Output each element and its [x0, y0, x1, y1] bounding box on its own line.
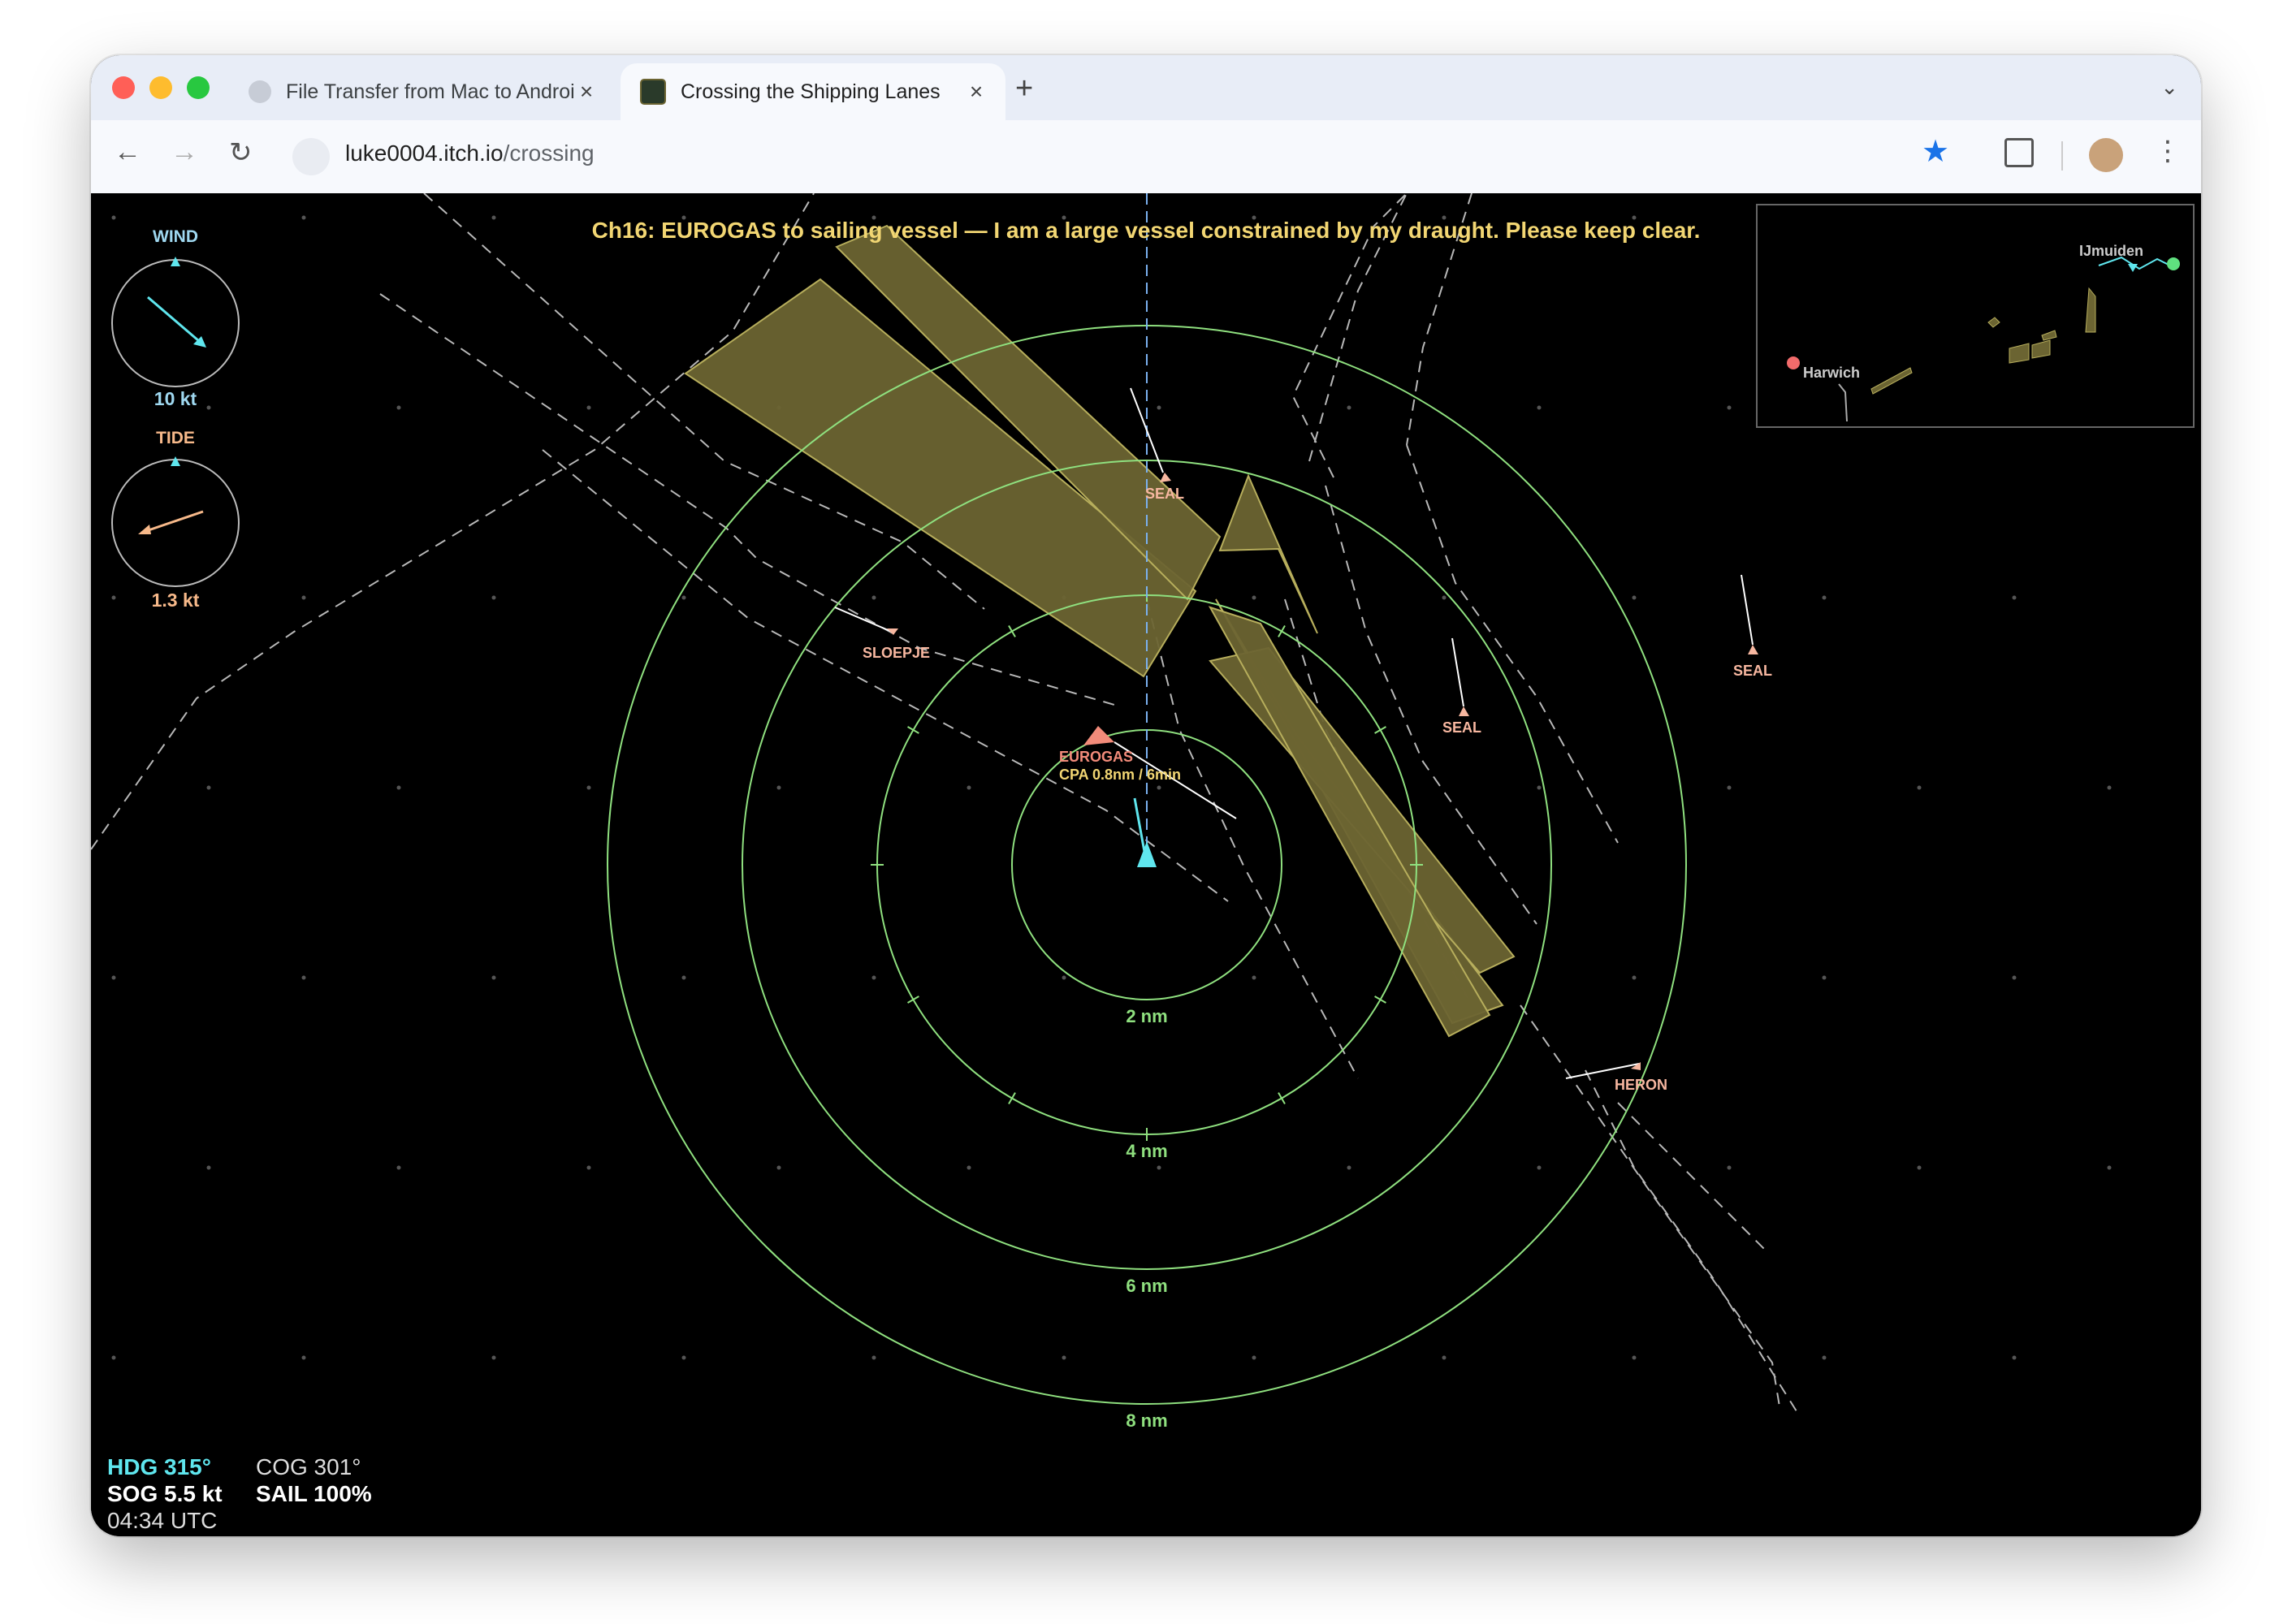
vessel-label-sloepje[interactable]: SLOEPJE [863, 645, 930, 662]
minimap-tss [1870, 287, 2096, 395]
url-host: luke0004.itch.io [345, 140, 504, 166]
seal-1-marker [1160, 473, 1171, 482]
zoom-window-button[interactable] [187, 76, 210, 99]
north-marker-icon [171, 257, 180, 266]
seal-2-vector [1451, 637, 1464, 707]
star-icon[interactable]: ★ [1922, 133, 1949, 170]
traffic-separation-zones [684, 224, 1516, 1038]
toolbar-divider [2061, 141, 2063, 171]
tide-arrow-icon [141, 510, 204, 534]
close-window-button[interactable] [112, 76, 135, 99]
minimap-start-icon [1787, 356, 1800, 369]
ring-label-2nm: 2 nm [1126, 1006, 1168, 1026]
game-favicon-icon [640, 79, 666, 105]
ring-label-4nm: 4 nm [1126, 1141, 1168, 1161]
time-readout: 04:34 UTC [107, 1508, 218, 1533]
address-bar: ← → ↻ luke0004.itch.io/crossing ★ ⋮ [91, 120, 2201, 193]
sog-readout: SOG 5.5 kt [107, 1481, 223, 1506]
url-field[interactable]: luke0004.itch.io/crossing [345, 140, 595, 166]
coastline-boundaries [91, 193, 1797, 1412]
tab-title: File Transfer from Mac to Android [286, 80, 575, 103]
avatar[interactable] [2089, 138, 2123, 172]
hud-right: COG 301° SAIL 100% [256, 1453, 372, 1507]
seal-2-marker [1459, 706, 1469, 716]
tab-crossing[interactable]: Crossing the Shipping Lanes × [621, 63, 1005, 120]
north-marker-icon [171, 456, 180, 466]
url-path: /crossing [503, 140, 595, 166]
tab-file-transfer[interactable]: File Transfer from Mac to Android × [229, 63, 616, 120]
own-ship [1133, 797, 1157, 867]
heron-marker [1631, 1062, 1641, 1070]
browser-window: File Transfer from Mac to Android × Cros… [91, 55, 2201, 1536]
close-icon[interactable]: × [965, 79, 988, 105]
chevron-down-icon[interactable]: ⌄ [2160, 75, 2178, 100]
ring-label-8nm: 8 nm [1126, 1410, 1168, 1431]
ring-label-6nm: 6 nm [1126, 1276, 1168, 1296]
vessel-label-seal[interactable]: SEAL [1145, 486, 1184, 503]
tide-speed: 1.3 kt [151, 590, 200, 611]
seal-3-marker [1748, 645, 1758, 654]
back-arrow-icon[interactable]: ← [114, 136, 141, 168]
tab-bar: File Transfer from Mac to Android × Cros… [91, 55, 2201, 120]
sloepje-vector [834, 607, 893, 633]
close-icon[interactable]: × [575, 79, 598, 105]
minimap-chart [1787, 256, 2180, 422]
minimap-coast [1838, 383, 1848, 422]
sail-readout: SAIL 100% [256, 1481, 372, 1506]
vessel-label-heron[interactable]: HERON [1615, 1077, 1667, 1094]
hud-left: HDG 315° SOG 5.5 kt 04:34 UTC [107, 1453, 223, 1534]
wind-arrow-icon [147, 296, 205, 348]
minimap[interactable]: IJmuiden Harwich [1756, 204, 2195, 428]
minimap-place-harwich: Harwich [1803, 365, 1861, 381]
vessel-label-seal[interactable]: SEAL [1733, 663, 1772, 680]
wind-speed: 10 kt [154, 388, 197, 409]
vessel-label-seal[interactable]: SEAL [1442, 719, 1481, 736]
tide-label: TIDE [156, 429, 195, 447]
window-controls [112, 76, 210, 99]
vessel-label-eurogas[interactable]: EUROGAS [1059, 749, 1133, 766]
puzzle-icon[interactable] [2004, 138, 2034, 167]
minimap-goal-icon [2167, 257, 2180, 270]
globe-icon [249, 80, 271, 103]
minimize-window-button[interactable] [149, 76, 172, 99]
seal-3-vector [1741, 574, 1754, 646]
forward-arrow-icon[interactable]: → [171, 136, 198, 168]
minimap-place-ijmuiden: IJmuiden [2079, 243, 2144, 259]
cog-readout: COG 301° [256, 1454, 361, 1479]
minimap-own-ship-icon [2128, 264, 2138, 272]
site-info-icon[interactable] [292, 138, 330, 175]
heading-readout: HDG 315° [107, 1454, 211, 1479]
wind-gauge [111, 257, 240, 387]
tide-gauge [111, 456, 240, 587]
kebab-icon[interactable]: ⋮ [2154, 135, 2182, 167]
new-tab-button[interactable]: + [1015, 71, 1033, 106]
tab-title: Crossing the Shipping Lanes [681, 80, 941, 103]
wind-label: WIND [153, 227, 198, 246]
reload-icon[interactable]: ↻ [229, 136, 253, 169]
eurogas-cpa: CPA 0.8nm / 6min [1059, 767, 1182, 783]
game-canvas[interactable]: Ch16: EUROGAS to sailing vessel — I am a… [91, 193, 2201, 1536]
